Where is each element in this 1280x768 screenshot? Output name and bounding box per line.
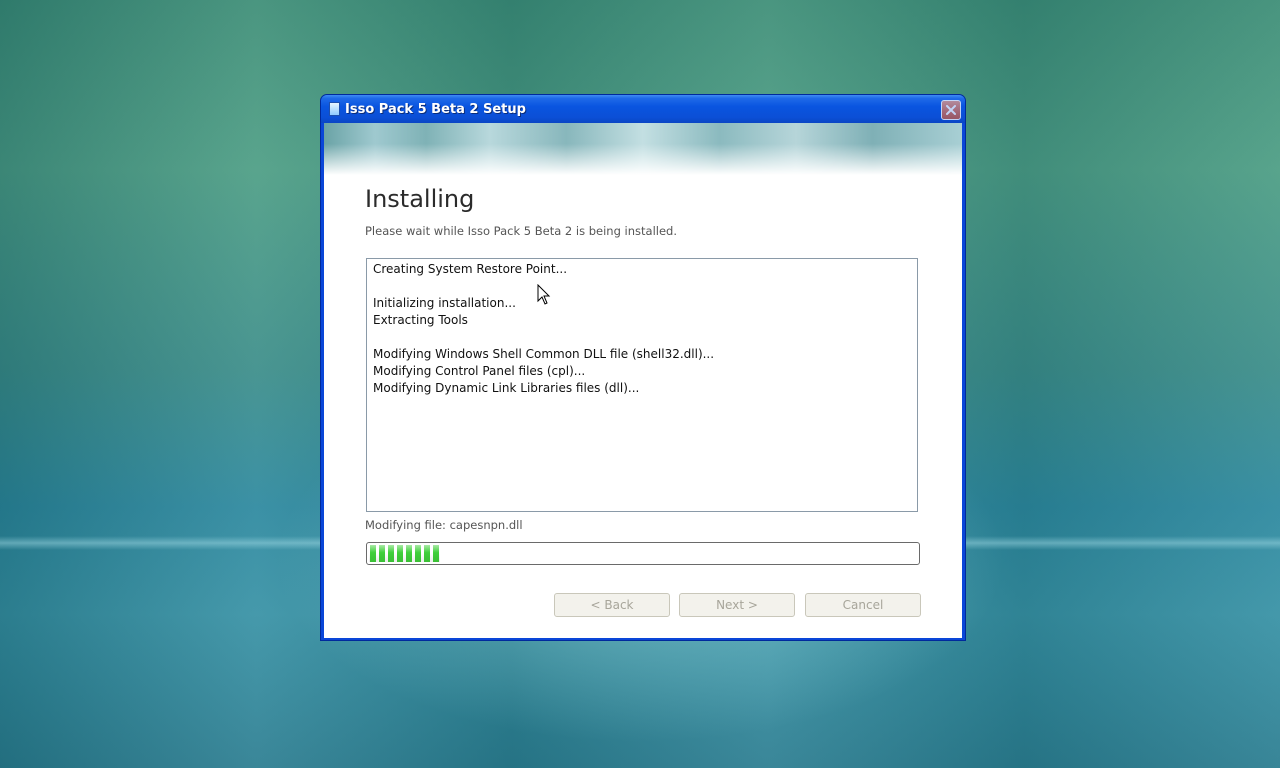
dialog-body: Installing Please wait while Isso Pack 5… xyxy=(324,123,962,638)
log-line: Modifying Control Panel files (cpl)... xyxy=(373,364,586,378)
log-line: Creating System Restore Point... xyxy=(373,262,568,276)
page-subtitle: Please wait while Isso Pack 5 Beta 2 is … xyxy=(365,224,677,238)
log-line: Extracting Tools xyxy=(373,313,468,327)
page-title: Installing xyxy=(365,185,475,213)
window-title: Isso Pack 5 Beta 2 Setup xyxy=(345,102,526,117)
close-button[interactable] xyxy=(941,100,961,120)
install-log[interactable]: Creating System Restore Point... Initial… xyxy=(366,258,918,512)
log-line: Modifying Windows Shell Common DLL file … xyxy=(373,347,715,361)
log-blank-line xyxy=(373,329,911,346)
setup-app-icon xyxy=(329,102,340,116)
back-button[interactable]: < Back xyxy=(554,593,670,617)
title-bar[interactable]: Isso Pack 5 Beta 2 Setup xyxy=(321,95,965,123)
current-file-status: Modifying file: capesnpn.dll xyxy=(365,518,523,532)
install-progress-bar xyxy=(366,542,920,565)
setup-window: Isso Pack 5 Beta 2 Setup Installing Plea… xyxy=(320,94,966,641)
log-line: Modifying Dynamic Link Libraries files (… xyxy=(373,381,640,395)
log-blank-line xyxy=(373,278,911,295)
log-line: Initializing installation... xyxy=(373,296,516,310)
progress-fill xyxy=(369,545,441,562)
next-button[interactable]: Next > xyxy=(679,593,795,617)
mouse-pointer-icon xyxy=(537,284,551,305)
close-icon xyxy=(946,105,956,115)
header-banner xyxy=(324,123,962,175)
cancel-button[interactable]: Cancel xyxy=(805,593,921,617)
